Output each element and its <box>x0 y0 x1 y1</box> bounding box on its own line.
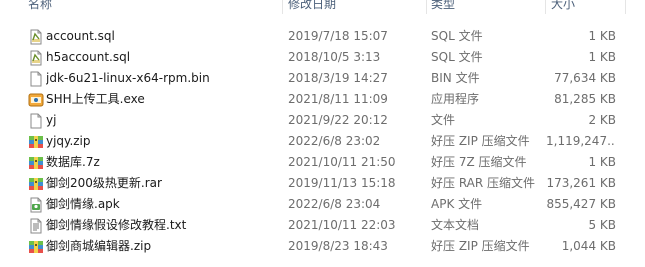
file-type: BIN 文件 <box>431 71 480 85</box>
text-file-icon <box>28 218 44 234</box>
file-size: 1 KB <box>588 29 616 43</box>
file-date: 2018/10/5 3:13 <box>288 50 381 64</box>
file-size: 1,044 KB <box>561 239 616 253</box>
file-name: 御剑200级热更新.rar <box>46 176 162 190</box>
file-date: 2019/11/13 15:18 <box>288 176 396 190</box>
file-size: 855,427 KB <box>546 197 616 211</box>
file-name: yj <box>46 113 57 127</box>
file-row[interactable]: 御剑情缘.apk 2022/6/8 23:04 APK 文件 855,427 K… <box>0 194 645 215</box>
column-divider[interactable] <box>282 0 283 14</box>
file-row[interactable]: 御剑情缘假设修改教程.txt 2021/10/11 22:03 文本文档 5 K… <box>0 215 645 236</box>
file-name: jdk-6u21-linux-x64-rpm.bin <box>46 71 210 85</box>
file-date: 2022/6/8 23:02 <box>288 134 381 148</box>
file-size: 1 KB <box>588 155 616 169</box>
file-type: 好压 RAR 压缩文件 <box>431 176 536 190</box>
apk-file-icon <box>28 197 44 213</box>
vertical-scrollbar[interactable] <box>632 0 645 267</box>
file-row[interactable]: 御剑200级热更新.rar 2019/11/13 15:18 好压 RAR 压缩… <box>0 173 645 194</box>
file-name: 御剑情缘.apk <box>46 197 120 211</box>
file-name: h5account.sql <box>46 50 131 64</box>
file-row[interactable]: yj 2021/9/22 20:12 文件 2 KB <box>0 110 645 131</box>
column-header-size[interactable]: 大小 <box>551 0 575 13</box>
file-type: SQL 文件 <box>431 29 483 43</box>
archive-icon <box>28 134 44 150</box>
column-divider[interactable] <box>625 0 626 14</box>
file-size: 81,285 KB <box>554 92 616 106</box>
file-type: 好压 7Z 压缩文件 <box>431 155 527 169</box>
file-size: 1 KB <box>588 50 616 64</box>
file-list: account.sql 2019/7/18 15:07 SQL 文件 1 KB … <box>0 26 645 257</box>
file-name: yjqy.zip <box>46 134 91 148</box>
archive-icon <box>28 176 44 192</box>
file-row[interactable]: account.sql 2019/7/18 15:07 SQL 文件 1 KB <box>0 26 645 47</box>
file-date: 2019/7/18 15:07 <box>288 29 388 43</box>
file-row[interactable]: 数据库.7z 2021/10/11 21:50 好压 7Z 压缩文件 1 KB <box>0 152 645 173</box>
blank-file-icon <box>28 113 44 129</box>
sql-file-icon <box>28 29 44 45</box>
file-date: 2018/3/19 14:27 <box>288 71 388 85</box>
file-row[interactable]: h5account.sql 2018/10/5 3:13 SQL 文件 1 KB <box>0 47 645 68</box>
file-type: APK 文件 <box>431 197 483 211</box>
file-size: 2 KB <box>588 113 616 127</box>
file-name: account.sql <box>46 29 115 43</box>
file-row[interactable]: jdk-6u21-linux-x64-rpm.bin 2018/3/19 14:… <box>0 68 645 89</box>
file-type: 文件 <box>431 113 456 127</box>
file-type: 好压 ZIP 压缩文件 <box>431 239 530 253</box>
file-date: 2021/10/11 21:50 <box>288 155 396 169</box>
file-name: 御剑商城编辑器.zip <box>46 239 152 253</box>
file-row[interactable]: 御剑商城编辑器.zip 2019/8/23 18:43 好压 ZIP 压缩文件 … <box>0 236 645 257</box>
file-size: 5 KB <box>588 218 616 232</box>
exe-app-icon <box>28 92 44 108</box>
file-date: 2021/10/11 22:03 <box>288 218 396 232</box>
sql-file-icon <box>28 50 44 66</box>
file-date: 2019/8/23 18:43 <box>288 239 388 253</box>
file-name: 御剑情缘假设修改教程.txt <box>46 218 187 232</box>
file-type: 文本文档 <box>431 218 480 232</box>
file-type: 好压 ZIP 压缩文件 <box>431 134 530 148</box>
file-type: SQL 文件 <box>431 50 483 64</box>
file-size: 77,634 KB <box>554 71 616 85</box>
file-row[interactable]: yjqy.zip 2022/6/8 23:02 好压 ZIP 压缩文件 1,11… <box>0 131 645 152</box>
file-name: SHH上传工具.exe <box>46 92 145 106</box>
archive-icon <box>28 239 44 255</box>
column-header-type[interactable]: 类型 <box>431 0 455 13</box>
file-row[interactable]: SHH上传工具.exe 2021/8/11 11:09 应用程序 81,285 … <box>0 89 645 110</box>
file-type: 应用程序 <box>431 92 480 106</box>
column-divider[interactable] <box>426 0 427 14</box>
blank-file-icon <box>28 71 44 87</box>
file-size: 1,119,247... <box>546 134 616 148</box>
column-header-bar: 名称 修改日期 类型 大小 <box>0 0 645 14</box>
file-date: 2022/6/8 23:04 <box>288 197 381 211</box>
file-date: 2021/8/11 11:09 <box>288 92 388 106</box>
file-size: 173,261 KB <box>546 176 616 190</box>
file-date: 2021/9/22 20:12 <box>288 113 388 127</box>
column-header-date[interactable]: 修改日期 <box>288 0 336 13</box>
archive-icon <box>28 155 44 171</box>
column-divider[interactable] <box>545 0 546 14</box>
column-header-name[interactable]: 名称 <box>28 0 52 13</box>
file-name: 数据库.7z <box>46 155 100 169</box>
